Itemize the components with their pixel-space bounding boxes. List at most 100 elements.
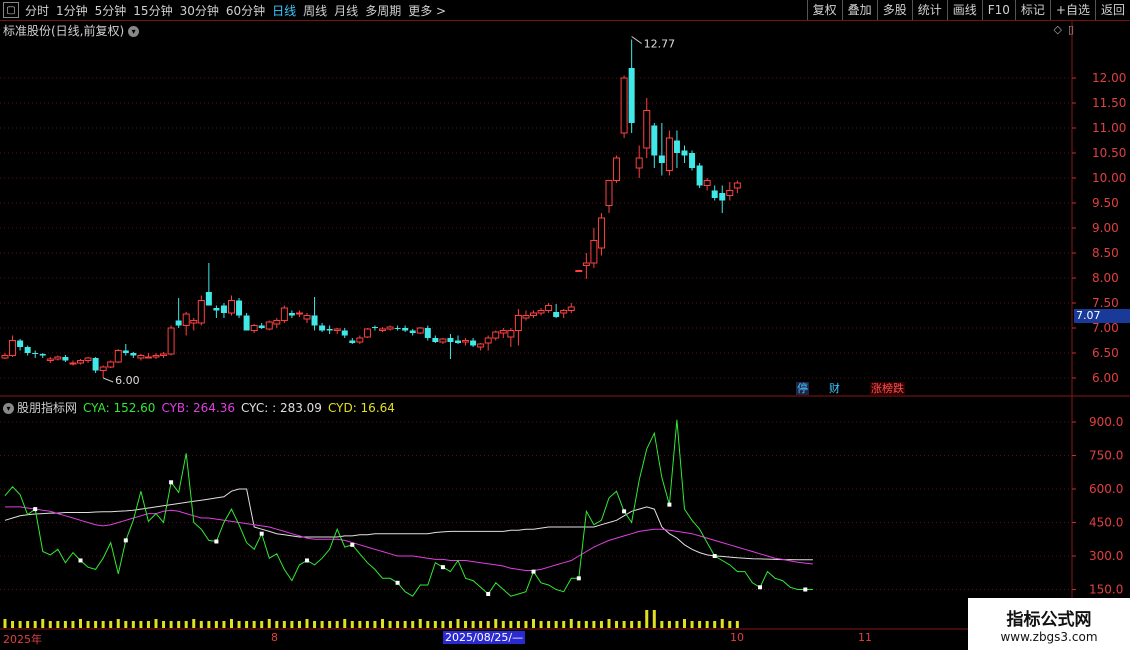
- candle-body: [114, 350, 122, 363]
- cyd-bar: [214, 621, 218, 628]
- candle-body: [719, 193, 726, 201]
- cyd-bar: [177, 621, 181, 628]
- chevron-down-icon[interactable]: ▾: [128, 26, 140, 37]
- cyd-bar: [547, 621, 551, 628]
- toolbar-button[interactable]: 叠加: [841, 0, 877, 20]
- candle-body: [160, 353, 168, 356]
- toolbar-button[interactable]: F10: [981, 0, 1015, 20]
- period-tab[interactable]: 5分钟: [95, 2, 127, 19]
- chart-title-text: 标准股份(日线,前复权): [3, 24, 125, 38]
- chart-title: 标准股份(日线,前复权) ▾: [3, 22, 140, 39]
- y-tick-label: 300.0: [1089, 549, 1123, 563]
- cyd-bar: [237, 621, 241, 628]
- period-tab[interactable]: 1分钟: [56, 2, 88, 19]
- cyd-bar: [169, 621, 173, 628]
- indicator-title: ▾ 股朋指标网 CYA: 152.60 CYB: 264.36 CYC: : 283.0…: [3, 399, 395, 416]
- candle-body: [107, 361, 115, 368]
- cya-marker: [531, 569, 536, 574]
- toolbar-button[interactable]: 返回: [1094, 0, 1130, 20]
- period-tab[interactable]: 日线: [272, 2, 296, 19]
- cya-marker: [576, 576, 581, 581]
- candle-body: [144, 356, 152, 359]
- y-tick-label: 150.0: [1089, 583, 1123, 597]
- cyd-bar: [184, 621, 188, 628]
- candle-body: [122, 350, 129, 353]
- cyd-bar: [713, 621, 717, 628]
- cyd-value: CYD: 16.64: [327, 401, 395, 415]
- cyd-bar: [411, 621, 415, 628]
- candle-body: [416, 327, 424, 334]
- candle-body: [371, 327, 378, 328]
- candle-body: [99, 366, 107, 371]
- candle-body: [92, 358, 99, 371]
- candle-body: [567, 306, 575, 311]
- period-tab[interactable]: 30分钟: [180, 2, 219, 19]
- diamond-icon[interactable]: ◇: [1053, 23, 1061, 36]
- toolbar-button[interactable]: +自选: [1049, 0, 1095, 20]
- y-tick-label: 900.0: [1089, 415, 1123, 429]
- cyd-bar: [116, 619, 120, 628]
- period-tab[interactable]: 15分钟: [133, 2, 172, 19]
- cyd-bar: [479, 621, 483, 628]
- candle-body: [665, 137, 673, 171]
- period-tab[interactable]: 分时: [25, 2, 49, 19]
- cyd-bar: [660, 621, 664, 628]
- event-marker[interactable]: 涨榜跌: [870, 382, 905, 395]
- candle-body: [455, 340, 461, 343]
- cyd-bar: [569, 619, 573, 628]
- cya-marker: [259, 531, 264, 536]
- cyd-bar: [592, 621, 596, 628]
- candle-body: [432, 338, 439, 342]
- candle-body: [349, 340, 356, 343]
- toolbar-button[interactable]: 多股: [876, 0, 912, 20]
- candle-body: [265, 321, 273, 330]
- x-label-aug: 8: [271, 631, 278, 644]
- y-tick-label: 8.50: [1092, 246, 1119, 260]
- candle-body: [620, 77, 628, 134]
- cyd-bar: [260, 621, 264, 628]
- high-arrow: [631, 36, 642, 44]
- candle-body: [689, 153, 696, 168]
- toolbar-button[interactable]: 复权: [806, 0, 842, 20]
- cyd-bar: [358, 621, 362, 628]
- cyd-bar: [705, 621, 709, 628]
- period-tab[interactable]: 60分钟: [226, 2, 265, 19]
- cya-marker: [667, 502, 672, 507]
- toolbar-button[interactable]: 标记: [1014, 0, 1050, 20]
- candle-body: [553, 312, 560, 317]
- candle-body: [341, 330, 348, 336]
- y-tick-label: 9.00: [1092, 221, 1119, 235]
- y-tick-label: 8.00: [1092, 271, 1119, 285]
- cyd-bar: [335, 621, 339, 628]
- candle-body: [213, 308, 220, 311]
- chevron-down-icon[interactable]: ▾: [3, 403, 14, 414]
- period-tab[interactable]: 月线: [334, 2, 358, 19]
- cyd-bar: [101, 621, 105, 628]
- candle-body: [175, 320, 182, 326]
- toolbar-button[interactable]: 统计: [911, 0, 947, 20]
- period-tab[interactable]: 周线: [303, 2, 327, 19]
- y-tick-label: 11.50: [1092, 96, 1126, 110]
- cyd-bar: [720, 619, 724, 628]
- cyd-bar: [735, 621, 739, 628]
- candle-body: [311, 315, 318, 326]
- period-tab[interactable]: 更多 >: [408, 2, 446, 19]
- maximize-icon[interactable]: ▯: [1068, 23, 1074, 36]
- toolbar-button[interactable]: 画线: [946, 0, 982, 20]
- candle-body: [69, 362, 77, 365]
- stock-chart[interactable]: 12.77 6.00 12.00 11.50 11.00 10.50 10.00 9.50 9…: [0, 0, 1130, 650]
- event-marker[interactable]: 停: [796, 382, 809, 395]
- menu-icon[interactable]: ▢: [3, 2, 19, 18]
- event-marker[interactable]: 财: [828, 382, 841, 395]
- cyd-bar: [207, 621, 211, 628]
- cyd-bar: [441, 621, 445, 628]
- period-tab[interactable]: 多周期: [365, 2, 401, 19]
- candle-body: [628, 68, 635, 123]
- candle-body: [379, 328, 386, 331]
- cyd-bar: [539, 621, 543, 628]
- candle-body: [507, 330, 515, 338]
- cyd-bar: [637, 621, 641, 628]
- cyd-bar: [403, 621, 407, 628]
- candle-body: [575, 270, 583, 272]
- cyd-bar: [509, 621, 513, 628]
